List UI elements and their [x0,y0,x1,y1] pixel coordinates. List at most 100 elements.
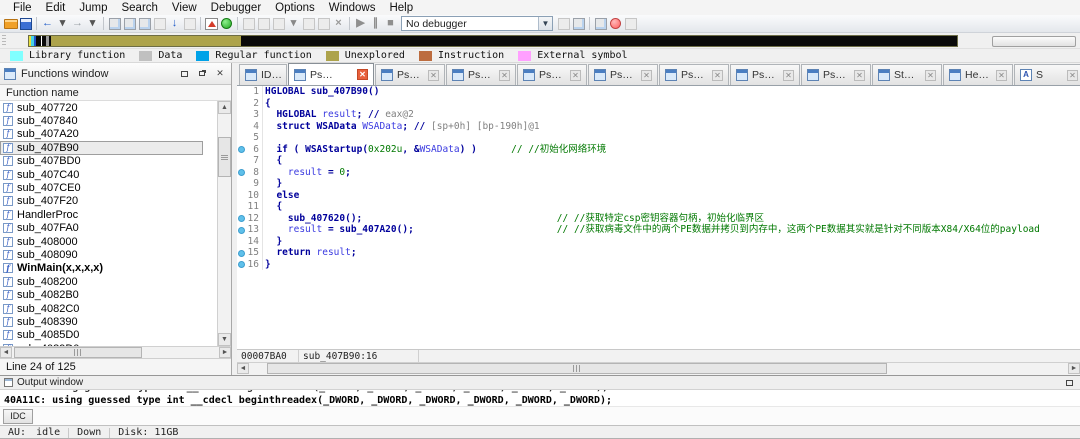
code-gutter[interactable]: 9 [237,178,263,190]
code-line[interactable]: 7 { [237,155,1080,167]
jump-by-name-icon[interactable] [122,16,137,31]
maximize-icon[interactable] [1062,377,1076,389]
tab-10-st[interactable]: St…✕ [872,64,942,85]
tab-close-icon[interactable]: ✕ [925,70,936,81]
output-window-titlebar[interactable]: Output window [0,376,1080,390]
scroll-right-icon[interactable]: ► [1068,363,1080,374]
code-line[interactable]: 15 return result; [237,247,1080,259]
function-row[interactable]: fHandlerProc [0,208,231,221]
function-row[interactable]: fsub_407720 [0,101,231,114]
code-gutter[interactable]: 13 [237,224,263,236]
code-line[interactable]: 11 { [237,201,1080,213]
chevron-down-icon[interactable]: ▼ [538,17,552,30]
scroll-right-icon[interactable]: ► [219,347,231,358]
back-history-icon[interactable]: ▾ [55,16,70,31]
breakpoint-icon[interactable] [238,250,245,257]
close-icon[interactable]: ✕ [213,68,227,80]
tab-close-icon[interactable]: ✕ [996,70,1007,81]
functions-horizontal-scrollbar[interactable]: ◄ ► [0,346,231,358]
code-line[interactable]: 4 struct WSAData WSAData; // [sp+0h] [bp… [237,121,1080,133]
navband-range-button[interactable] [992,36,1076,47]
run-to-cursor-icon[interactable] [301,16,316,31]
float-window-icon[interactable] [195,68,209,80]
tab-close-icon[interactable]: ✕ [499,70,510,81]
save-icon[interactable] [18,16,33,31]
pause-icon[interactable]: ∥ [368,16,383,31]
functions-vertical-scrollbar[interactable]: ▲ ▼ [217,101,231,346]
code-line[interactable]: 2{ [237,98,1080,110]
breakpoint-icon[interactable] [238,261,245,268]
open-file-icon[interactable] [3,16,18,31]
debugger-combobox[interactable]: No debugger ▼ [401,16,553,31]
function-row[interactable]: fsub_407FA0 [0,222,231,235]
function-row[interactable]: fsub_4082C0 [0,302,231,315]
menu-search[interactable]: Search [114,2,164,14]
delete-breakpoint-icon[interactable] [623,16,638,31]
code-gutter[interactable]: 14 [237,236,263,248]
breakpoint-list-icon[interactable] [593,16,608,31]
code-line[interactable]: 9 } [237,178,1080,190]
code-gutter[interactable]: 8 [237,167,263,179]
code-line[interactable]: 14 } [237,236,1080,248]
tab-8-ps[interactable]: Ps…✕ [730,64,800,85]
navigate-back-icon[interactable]: ← [40,16,55,31]
step-over-icon[interactable] [256,16,271,31]
function-row[interactable]: fsub_408000 [0,235,231,248]
tab-1-id[interactable]: ID…✕ [239,64,287,85]
menu-options[interactable]: Options [268,2,322,14]
scroll-down-icon[interactable]: ▼ [218,333,231,346]
tab-5-ps[interactable]: Ps…✕ [517,64,587,85]
function-row[interactable]: fWinMain(x,x,x,x) [0,262,231,275]
code-line[interactable]: 1HGLOBAL sub_407B90() [237,86,1080,98]
code-gutter[interactable]: 6 [237,144,263,156]
breakpoint-icon[interactable] [238,169,245,176]
cancel-debug-icon[interactable]: × [331,16,346,31]
tab-close-icon[interactable]: ✕ [641,70,652,81]
function-row[interactable]: fsub_4082B0 [0,288,231,301]
edit-run-icon[interactable] [316,16,331,31]
function-row[interactable]: fsub_407F20 [0,195,231,208]
code-line[interactable]: 6 if ( WSAStartup(0x202u, &WSAData) ) //… [237,144,1080,156]
code-gutter[interactable]: 12 [237,213,263,225]
scrollbar-thumb[interactable] [14,347,142,358]
step-exit-icon[interactable] [571,16,586,31]
function-row[interactable]: fsub_407C40 [0,168,231,181]
tab-6-ps[interactable]: Ps…✕ [588,64,658,85]
code-line[interactable]: 5 [237,132,1080,144]
tab-7-ps[interactable]: Ps…✕ [659,64,729,85]
navigation-band[interactable] [28,35,958,47]
tab-close-icon[interactable]: ✕ [783,70,794,81]
tab-close-icon[interactable]: ✕ [712,70,723,81]
tab-9-ps[interactable]: Ps…✕ [801,64,871,85]
breakpoint-icon[interactable] [238,227,245,234]
code-line[interactable]: 10 else [237,190,1080,202]
scroll-up-icon[interactable]: ▲ [218,101,231,114]
code-gutter[interactable]: 10 [237,190,263,202]
code-line[interactable]: 16} [237,259,1080,271]
tab-4-ps[interactable]: Ps…✕ [446,64,516,85]
run-until-return-icon[interactable] [271,16,286,31]
menu-file[interactable]: File [6,2,39,14]
start-process-icon[interactable] [219,16,234,31]
pseudocode-view[interactable]: 1HGLOBAL sub_407B90()2{3 HGLOBAL result;… [237,86,1080,349]
code-gutter[interactable]: 16 [237,259,263,271]
tab-close-icon[interactable]: ✕ [357,69,368,80]
function-row[interactable]: fsub_407B90 [0,141,203,154]
tab-12-s[interactable]: AS✕ [1014,64,1080,85]
code-gutter[interactable]: 11 [237,201,263,213]
code-gutter[interactable]: 5 [237,132,263,144]
code-gutter[interactable]: 15 [237,247,263,259]
search-icon[interactable] [182,16,197,31]
pseudocode-horizontal-scrollbar[interactable]: ◄ ► [237,362,1080,375]
navband-drag-handle[interactable] [2,35,6,46]
jump-next-icon[interactable] [152,16,167,31]
idc-tab-button[interactable]: IDC [3,409,33,424]
code-gutter[interactable]: 7 [237,155,263,167]
tab-close-icon[interactable]: ✕ [1067,70,1078,81]
function-row[interactable]: fsub_407840 [0,114,231,127]
stop-icon[interactable]: ■ [383,16,398,31]
menu-windows[interactable]: Windows [322,2,383,14]
menu-debugger[interactable]: Debugger [204,2,269,14]
step-into-icon[interactable] [241,16,256,31]
breakpoint-icon[interactable] [238,215,245,222]
